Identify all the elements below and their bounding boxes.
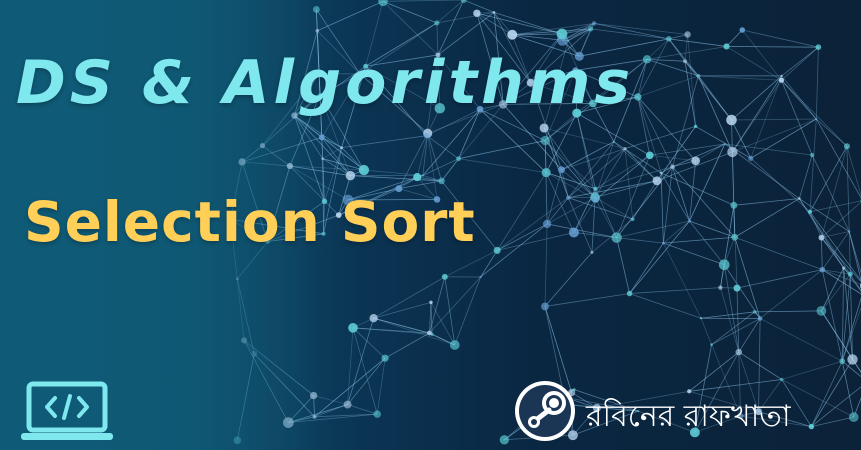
banner-subtitle: Selection Sort (24, 190, 476, 254)
brand: রবিনের রাফখাতা (514, 380, 854, 442)
steam-logo-icon (515, 381, 575, 441)
code-laptop-icon (21, 381, 113, 440)
banner: DS & Algorithms Selection Sort রবিনের রা… (0, 0, 861, 450)
banner-title: DS & Algorithms (16, 48, 635, 118)
brand-name: রবিনের রাফখাতা (586, 399, 791, 434)
